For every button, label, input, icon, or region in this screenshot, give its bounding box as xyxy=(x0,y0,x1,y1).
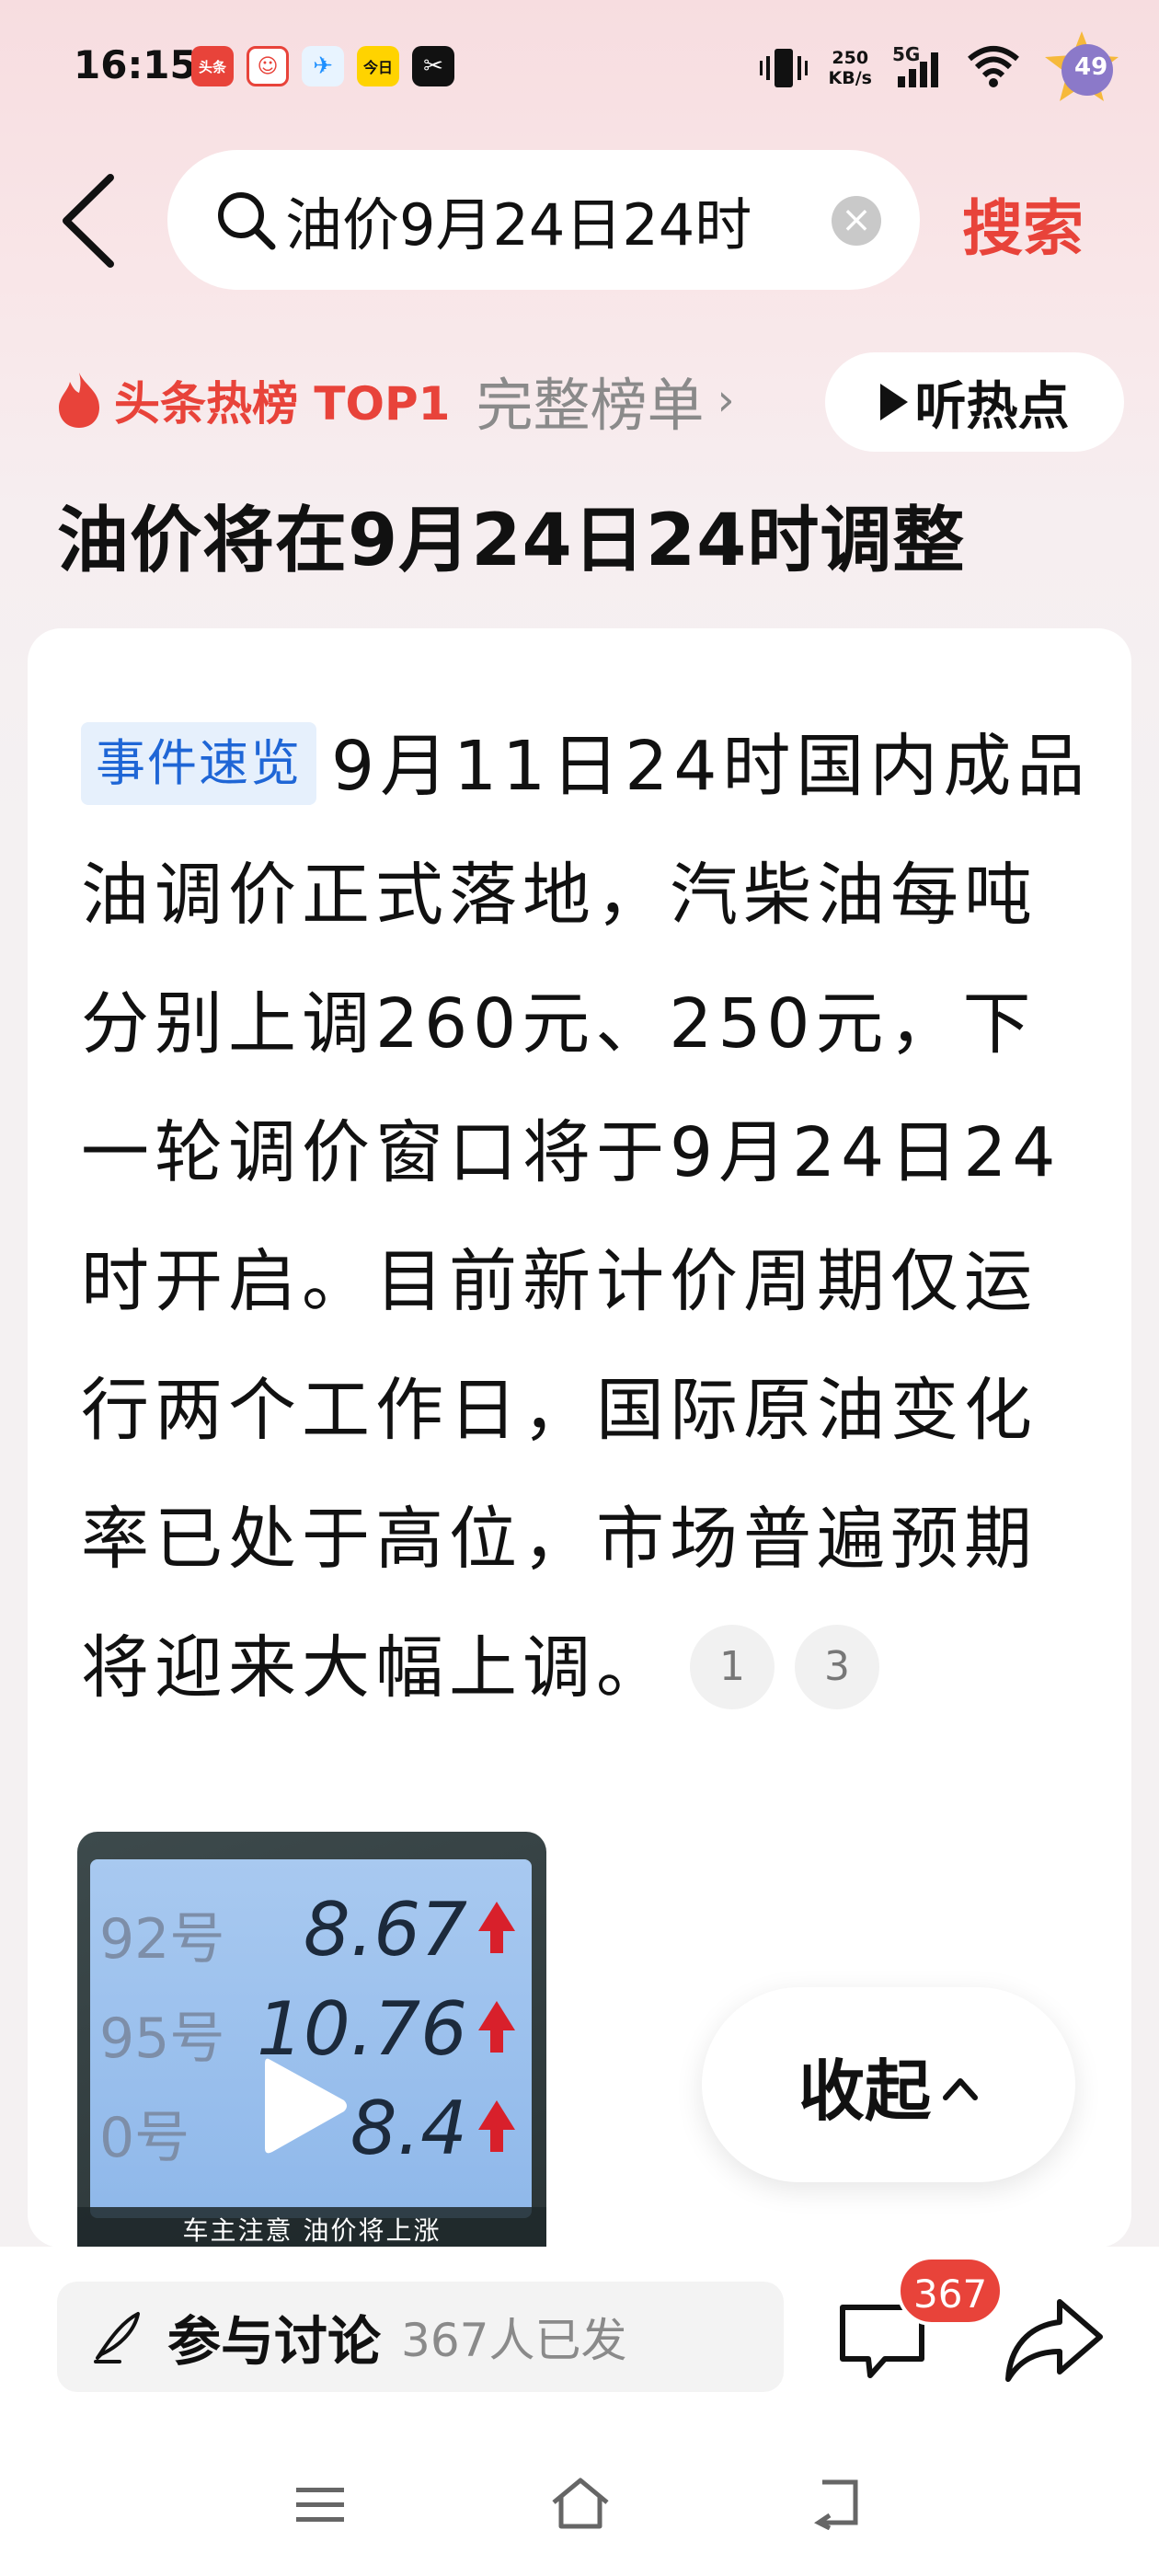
notification-app-icons: 头条 ☺ ✈ 今日 ✂ xyxy=(191,46,454,86)
clear-icon[interactable]: × xyxy=(832,196,881,246)
bottom-action-bar: 参与讨论 367人已发 367 xyxy=(0,2247,1159,2576)
hot-rank-label: 头条热榜 TOP1 xyxy=(114,377,451,431)
video-play-icon[interactable] xyxy=(261,2053,350,2159)
system-nav-bar xyxy=(0,2447,1159,2576)
video-thumbnail[interactable]: 92号 8.67 95号 10.76 0号 8.4 车主注意 油价将上涨 xyxy=(77,1832,546,2248)
reference-badge[interactable]: 3 xyxy=(795,1625,879,1709)
fuel-grade: 92号 xyxy=(99,1907,225,1972)
price-display: 92号 8.67 95号 10.76 0号 8.4 xyxy=(90,1859,532,2218)
event-summary: 事件速览 9月11日24时国内成品油调价正式落地，汽柴油每吨分别上调260元、25… xyxy=(81,702,1093,1732)
wifi-icon xyxy=(966,44,1021,92)
home-icon[interactable] xyxy=(548,2475,613,2532)
fuel-price: 8.67 xyxy=(303,1887,467,1972)
listen-label: 听热点 xyxy=(914,376,1070,437)
comment-count-badge: 367 xyxy=(897,2256,1004,2326)
vibrate-icon xyxy=(759,43,809,93)
menu-icon[interactable] xyxy=(294,2484,346,2526)
net-speed-value: 250 xyxy=(832,48,869,68)
collapse-button[interactable]: 收起 xyxy=(702,1987,1075,2182)
page-title: 油价将在9月24日24时调整 xyxy=(57,500,966,582)
plane-app-icon: ✈ xyxy=(302,46,344,86)
face-app-icon: ☺ xyxy=(247,46,289,86)
full-list-link[interactable]: 完整榜单 xyxy=(476,359,704,442)
battery-icon: 49 xyxy=(1041,28,1122,109)
toutiao-app-icon: 头条 xyxy=(191,46,234,86)
capcut-app-icon: ✂ xyxy=(412,46,454,86)
battery-level: 49 xyxy=(1074,53,1108,81)
up-arrow-icon xyxy=(478,2001,515,2053)
signal-icon: 5G xyxy=(892,43,946,93)
search-icon xyxy=(213,188,278,252)
search-input[interactable] xyxy=(285,186,800,254)
play-icon xyxy=(879,384,908,420)
listen-hot-button[interactable]: 听热点 xyxy=(825,352,1124,452)
video-caption: 车主注意 油价将上涨 xyxy=(77,2207,546,2248)
search-box[interactable]: × xyxy=(167,150,920,290)
share-icon[interactable] xyxy=(1003,2294,1106,2386)
event-body: 9月11日24时国内成品油调价正式落地，汽柴油每吨分别上调260元、250元，下… xyxy=(81,727,1091,1708)
collapse-label: 收起 xyxy=(798,2052,931,2130)
back-button[interactable] xyxy=(57,170,121,271)
status-bar: 16:15 头条 ☺ ✈ 今日 ✂ 250 KB/s 5G 49 xyxy=(0,0,1159,138)
search-button[interactable]: 搜索 xyxy=(962,179,1084,268)
fire-icon xyxy=(53,371,105,430)
up-arrow-icon xyxy=(478,2100,515,2152)
back-arrow-icon xyxy=(63,174,114,268)
status-time: 16:15 xyxy=(74,42,197,87)
net-speed-unit: KB/s xyxy=(828,68,872,88)
chevron-up-icon xyxy=(943,2078,978,2100)
chevron-right-icon: › xyxy=(717,374,735,426)
hot-rank-row[interactable]: 头条热榜 TOP1 完整榜单 › xyxy=(53,359,735,442)
jinri-app-icon: 今日 xyxy=(357,46,399,86)
nav-back-icon[interactable] xyxy=(809,2475,865,2531)
participant-count: 367人已发 xyxy=(401,2314,627,2367)
discuss-label: 参与讨论 xyxy=(167,2310,382,2373)
net-speed: 250 KB/s xyxy=(829,48,872,88)
price-row: 92号 8.67 xyxy=(90,1878,532,1972)
pen-icon xyxy=(92,2310,145,2363)
fuel-grade: 95号 xyxy=(99,2007,225,2071)
up-arrow-icon xyxy=(478,1902,515,1953)
reference-badge[interactable]: 1 xyxy=(690,1625,775,1709)
fuel-grade: 0号 xyxy=(99,2106,190,2170)
status-indicators: 250 KB/s 5G 49 xyxy=(759,28,1122,109)
discuss-input[interactable]: 参与讨论 367人已发 xyxy=(57,2282,784,2392)
event-tag: 事件速览 xyxy=(81,722,316,805)
fuel-price: 8.4 xyxy=(350,2086,467,2171)
